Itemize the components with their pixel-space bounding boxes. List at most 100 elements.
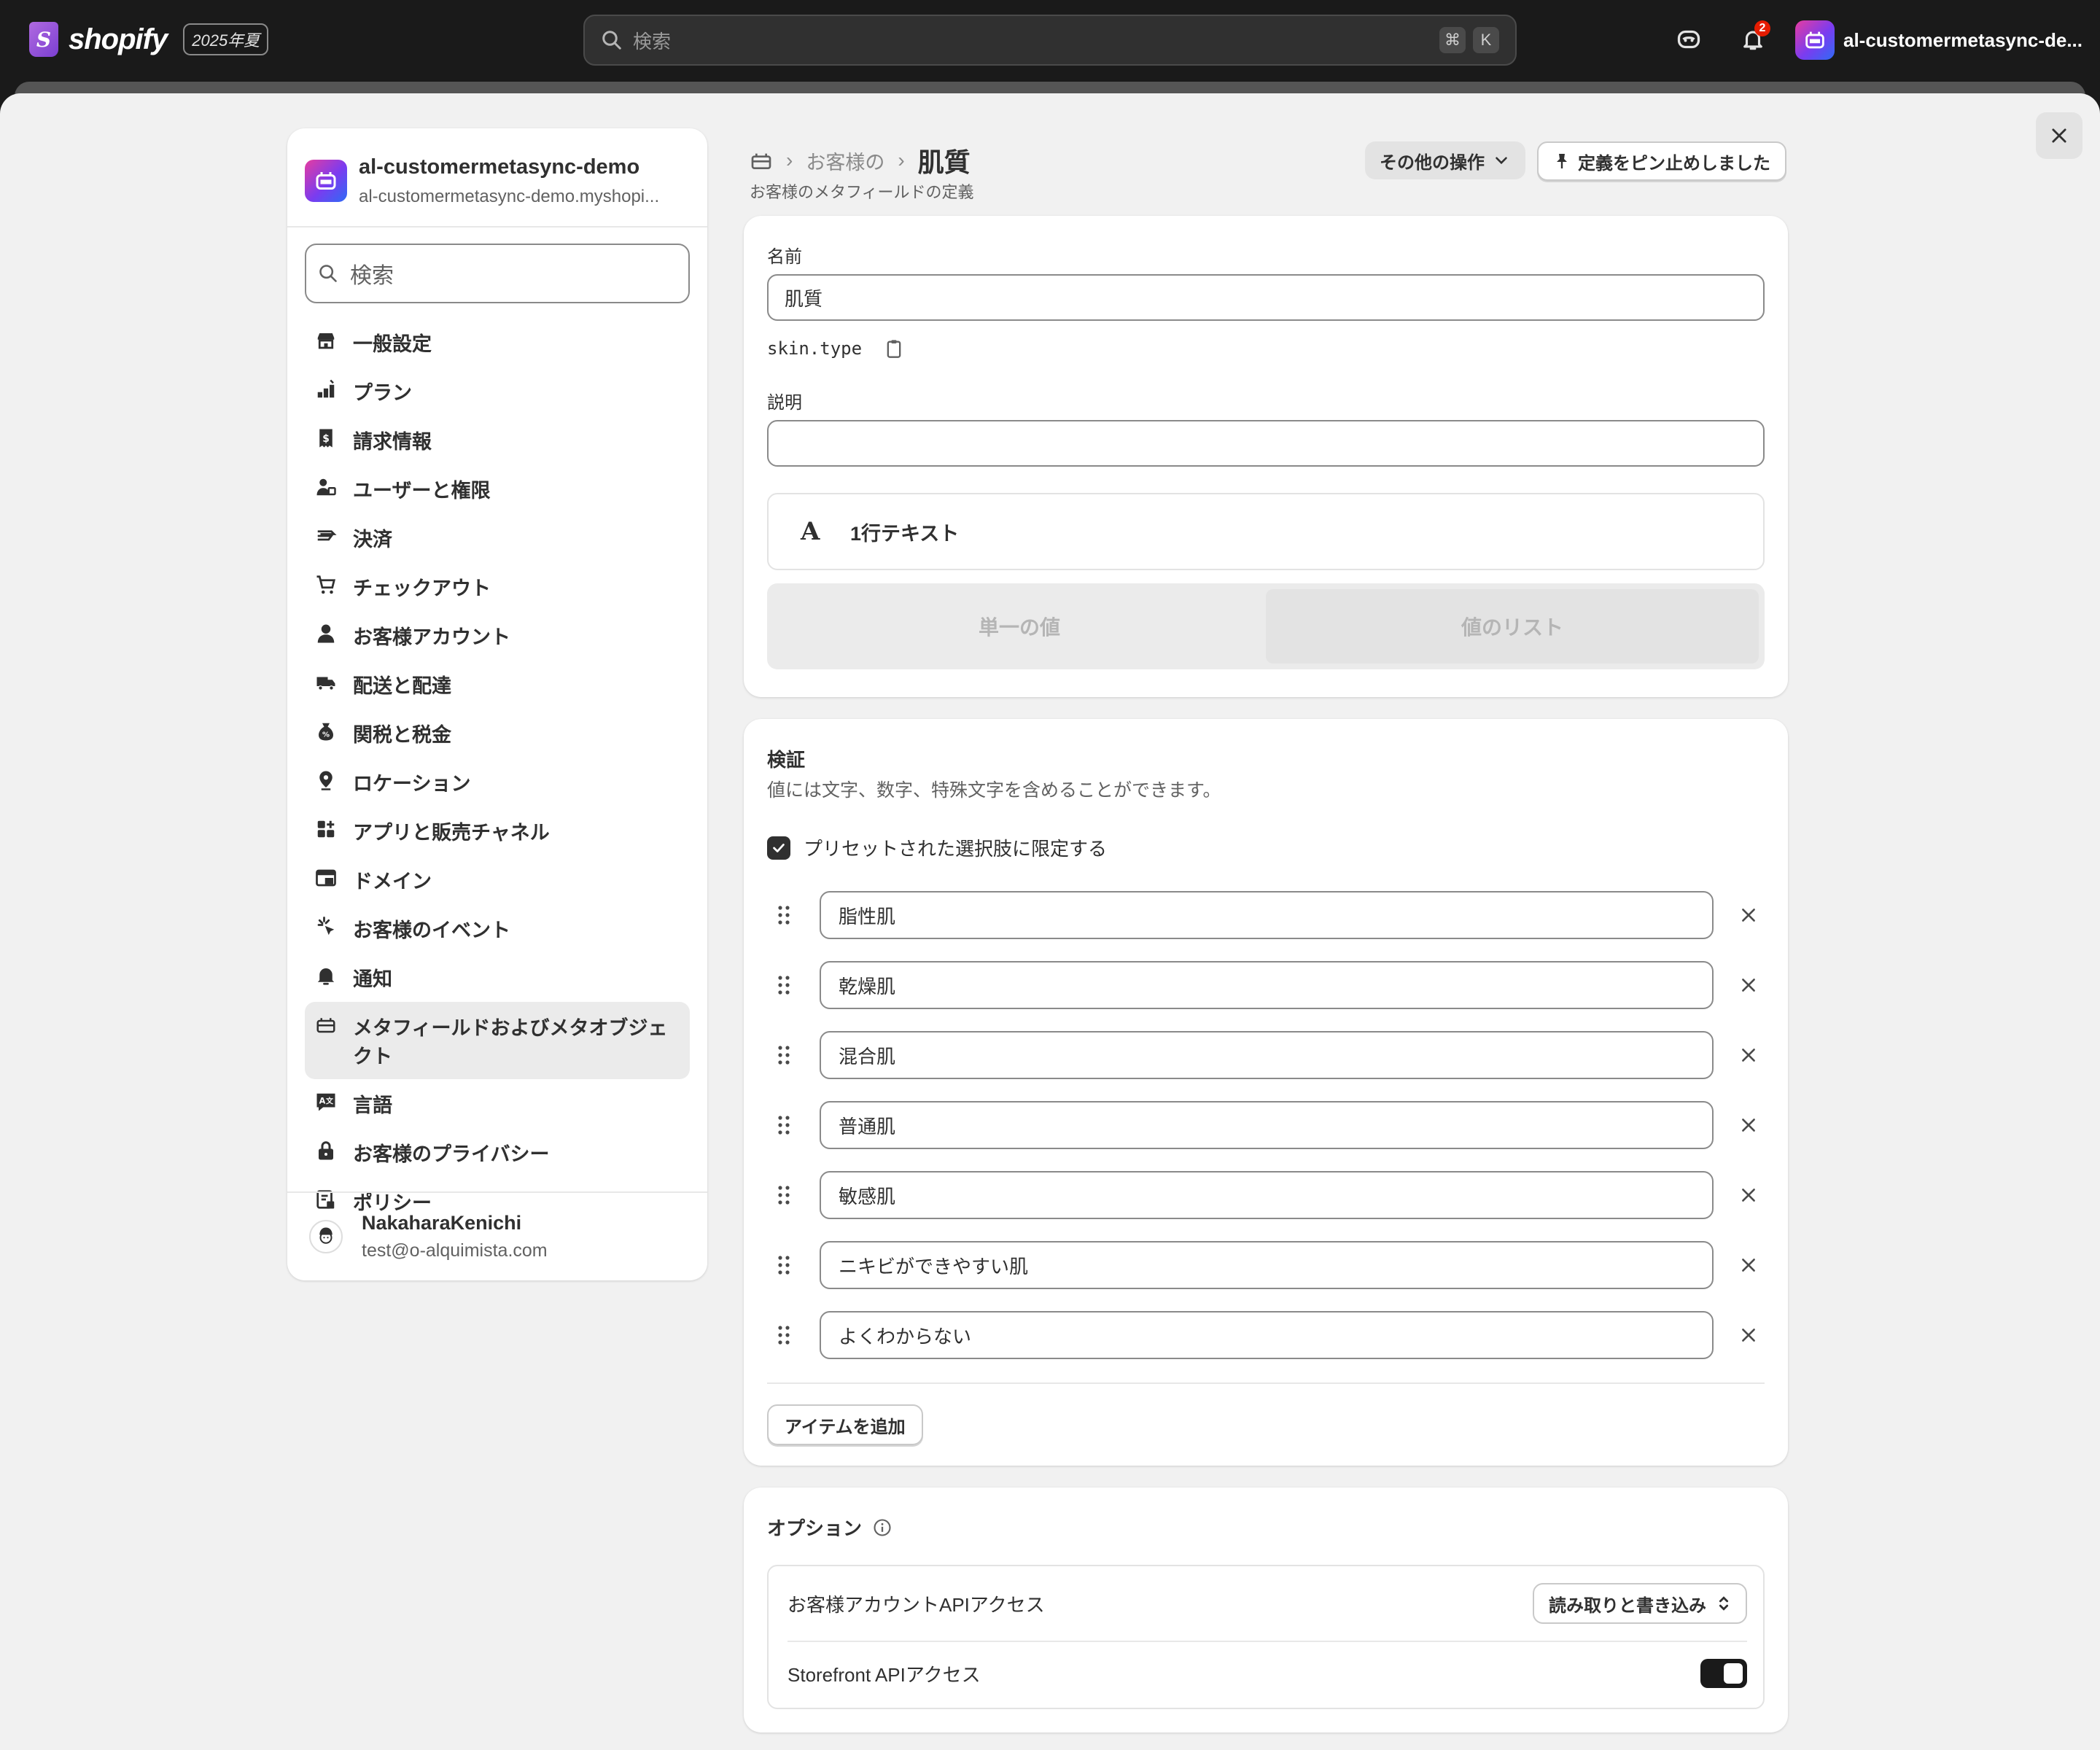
breadcrumb: › お客様の › 肌質 — [750, 141, 971, 179]
sidebar-item-users[interactable]: ユーザーと権限 — [305, 464, 690, 513]
search-icon — [319, 265, 337, 282]
sidebar-item-customer-events[interactable]: お客様のイベント — [305, 904, 690, 953]
sidebar-item-plan[interactable]: プラン — [305, 367, 690, 416]
pin-definition-button[interactable]: 定義をピン止めしました — [1537, 141, 1786, 181]
type-selector[interactable]: A 1行テキスト — [767, 493, 1765, 570]
sidebar-item-apps[interactable]: アプリと販売チャネル — [305, 806, 690, 855]
settings-search-input[interactable]: 検索 — [305, 244, 690, 303]
sidekick-icon[interactable] — [1673, 23, 1705, 55]
sidebar-item-privacy[interactable]: お客様のプライバシー — [305, 1128, 690, 1177]
select-chevrons-icon — [1719, 1596, 1729, 1611]
remove-choice-button[interactable] — [1732, 1319, 1765, 1351]
sidebar-item-locations[interactable]: ロケーション — [305, 758, 690, 806]
tax-icon: % — [314, 719, 338, 744]
search-icon — [602, 31, 621, 50]
events-icon — [314, 914, 338, 939]
global-search[interactable]: 検索 ⌘ K — [583, 15, 1517, 66]
sidebar-item-general[interactable]: 一般設定 — [305, 318, 690, 367]
sidebar-item-billing[interactable]: $ 請求情報 — [305, 416, 690, 464]
close-icon — [1742, 1329, 1755, 1342]
storefront-api-row: Storefront APIアクセス — [788, 1651, 1747, 1696]
checkbox-checked[interactable] — [767, 836, 790, 860]
options-title: オプション — [767, 1517, 863, 1539]
remove-choice-button[interactable] — [1732, 1179, 1765, 1211]
info-icon[interactable] — [872, 1517, 892, 1538]
choice-input[interactable]: よくわからない — [820, 1311, 1714, 1359]
choice-value: 脂性肌 — [839, 905, 896, 928]
sidebar-item-payments[interactable]: 決済 — [305, 513, 690, 562]
page-subtitle: お客様のメタフィールドの定義 — [750, 183, 974, 201]
remove-choice-button[interactable] — [1732, 1249, 1765, 1281]
remove-choice-button[interactable] — [1732, 1039, 1765, 1071]
choice-input[interactable]: 脂性肌 — [820, 891, 1714, 939]
drag-handle-icon[interactable] — [767, 905, 801, 925]
page-title: 肌質 — [917, 147, 971, 177]
drag-handle-icon[interactable] — [767, 1045, 801, 1065]
shopify-logo[interactable]: S shopify 2025年夏 — [29, 22, 269, 57]
sidebar-item-notifications[interactable]: 通知 — [305, 953, 690, 1002]
store-icon — [314, 328, 338, 353]
settings-nav: 一般設定 プラン $ 請求情報 ユーザーと権限 決済 チェックアウト お客様アカウ… — [287, 318, 707, 1226]
more-actions-button[interactable]: その他の操作 — [1365, 141, 1525, 179]
account-footer[interactable]: NakaharaKenichi test@o-alquimista.com — [287, 1191, 707, 1280]
remove-choice-button[interactable] — [1732, 1109, 1765, 1141]
sidebar-item-shipping[interactable]: 配送と配達 — [305, 660, 690, 709]
store-domain: al-customermetasync-demo.myshopi... — [359, 186, 660, 206]
close-settings-button[interactable] — [2036, 112, 2082, 159]
drag-handle-icon[interactable] — [767, 1115, 801, 1135]
add-item-button[interactable]: アイテムを追加 — [767, 1404, 923, 1445]
bell-icon — [314, 963, 338, 988]
sidebar-item-checkout[interactable]: チェックアウト — [305, 562, 690, 611]
sidebar-item-taxes[interactable]: % 関税と税金 — [305, 709, 690, 758]
single-value-option[interactable]: 単一の値 — [773, 589, 1266, 664]
name-input[interactable]: 肌質 — [767, 274, 1765, 321]
sidebar-item-label: ユーザーと権限 — [353, 480, 491, 502]
metafield-icon[interactable] — [750, 149, 773, 172]
choice-row: よくわからない — [767, 1311, 1765, 1359]
top-bar: S shopify 2025年夏 検索 ⌘ K 2 al-customermet… — [0, 0, 2100, 82]
drag-handle-icon[interactable] — [767, 1255, 801, 1275]
choice-value: 普通肌 — [839, 1115, 896, 1138]
sidebar-item-languages[interactable]: A 文言語 — [305, 1079, 690, 1128]
drag-handle-icon[interactable] — [767, 1185, 801, 1205]
notification-button[interactable]: 2 — [1737, 20, 1770, 55]
limit-to-preset-checkbox[interactable]: プリセットされた選択肢に限定する — [767, 834, 1107, 861]
choice-input[interactable]: 敏感肌 — [820, 1171, 1714, 1219]
sidebar-item-domains[interactable]: ドメイン — [305, 855, 690, 904]
storefront-api-toggle[interactable] — [1700, 1659, 1747, 1688]
close-icon — [1742, 1049, 1755, 1062]
edition-badge[interactable]: 2025年夏 — [183, 23, 269, 55]
choice-value: 混合肌 — [839, 1045, 896, 1068]
choice-input[interactable]: 乾燥肌 — [820, 961, 1714, 1009]
truck-icon — [314, 670, 338, 695]
choice-input[interactable]: 普通肌 — [820, 1101, 1714, 1149]
sidebar-item-customer-accounts[interactable]: お客様アカウント — [305, 611, 690, 660]
choice-input[interactable]: 混合肌 — [820, 1031, 1714, 1079]
sidebar-item-label: ドメイン — [353, 871, 432, 892]
svg-text:$: $ — [322, 433, 330, 445]
description-input[interactable] — [767, 420, 1765, 467]
remove-choice-button[interactable] — [1732, 969, 1765, 1001]
remove-choice-button[interactable] — [1732, 899, 1765, 931]
customer-api-select[interactable]: 読み取りと書き込み — [1533, 1583, 1747, 1624]
clipboard-icon[interactable] — [884, 338, 904, 359]
choice-row: ニキビができやすい肌 — [767, 1241, 1765, 1289]
divider — [788, 1641, 1747, 1642]
drag-handle-icon[interactable] — [767, 1325, 801, 1345]
metafield-icon — [314, 1012, 338, 1037]
breadcrumb-parent-link[interactable]: お客様の — [806, 147, 884, 175]
close-icon — [1742, 909, 1755, 922]
list-value-option[interactable]: 値のリスト — [1266, 589, 1759, 664]
customer-api-label: お客様アカウントAPIアクセス — [788, 1593, 1045, 1616]
choice-row: 乾燥肌 — [767, 961, 1765, 1009]
store-header: al-customermetasync-demo al-customermeta… — [287, 128, 707, 228]
close-icon — [1742, 1189, 1755, 1202]
store-switcher[interactable]: al-customermetasync-de... — [1795, 20, 2082, 60]
description-label: 説明 — [767, 393, 802, 413]
choice-input[interactable]: ニキビができやすい肌 — [820, 1241, 1714, 1289]
drag-handle-icon[interactable] — [767, 975, 801, 995]
choice-value: ニキビができやすい肌 — [839, 1255, 1029, 1278]
sidebar-item-label: チェックアウト — [353, 578, 491, 599]
cart-icon — [314, 572, 338, 597]
sidebar-item-metafields[interactable]: メタフィールドおよびメタオブジェクト — [305, 1002, 690, 1079]
